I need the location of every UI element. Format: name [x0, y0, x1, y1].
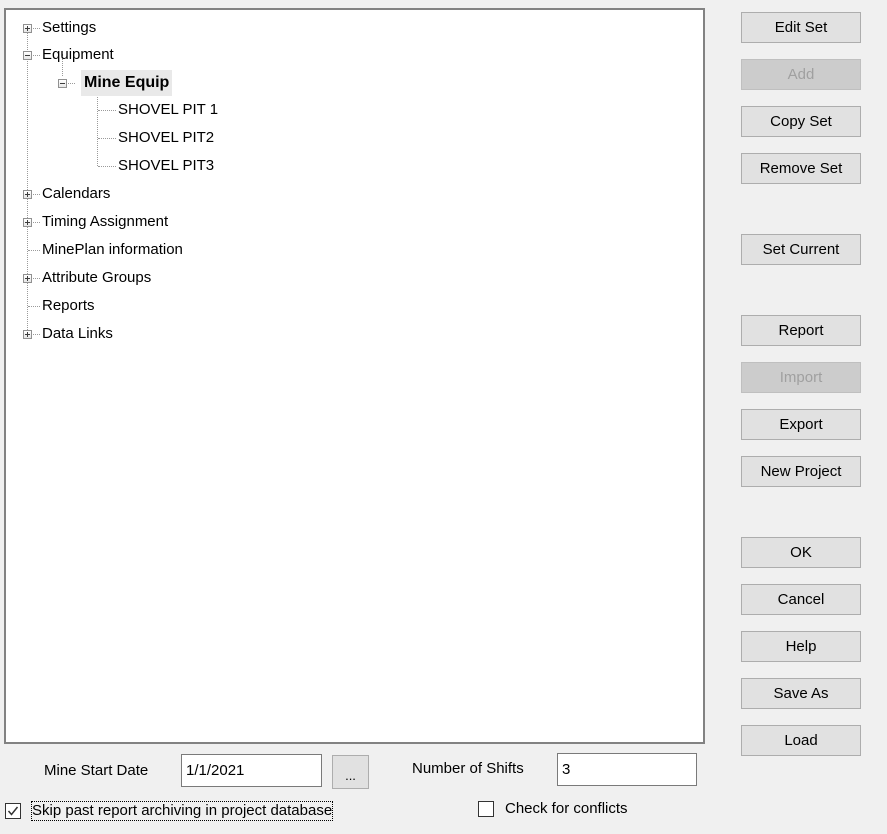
skip-archiving-label[interactable]: Skip past report archiving in project da…: [30, 801, 334, 821]
date-picker-button[interactable]: ...: [332, 755, 369, 789]
copy-set-button[interactable]: Copy Set: [741, 106, 861, 137]
import-button: Import: [741, 362, 861, 393]
tree-item-shovel-pit2[interactable]: SHOVEL PIT2: [6, 125, 696, 151]
mine-start-date-input[interactable]: 1/1/2021: [181, 754, 322, 787]
checkmark-icon: [7, 806, 19, 816]
expand-icon[interactable]: [23, 24, 32, 33]
tree-item-label: Calendars: [42, 185, 111, 202]
expand-icon[interactable]: [23, 274, 32, 283]
tree-line: [98, 110, 116, 111]
tree-item-shovel-pit-1[interactable]: SHOVEL PIT 1: [6, 97, 696, 123]
project-tree[interactable]: Settings Equipment Mine Equip SHOVEL PIT…: [4, 8, 705, 744]
ok-button[interactable]: OK: [741, 537, 861, 568]
expand-icon[interactable]: [23, 330, 32, 339]
load-button[interactable]: Load: [741, 725, 861, 756]
tree-item-mine-equip[interactable]: Mine Equip: [6, 70, 696, 96]
tree-line: [98, 166, 116, 167]
export-button[interactable]: Export: [741, 409, 861, 440]
tree-item-label: Equipment: [42, 46, 114, 63]
tree-line: [68, 83, 75, 84]
tree-item-label: Attribute Groups: [42, 269, 152, 286]
tree-item-reports[interactable]: Reports: [6, 293, 696, 319]
tree-line: [28, 250, 40, 251]
tree-item-shovel-pit3[interactable]: SHOVEL PIT3: [6, 153, 696, 179]
tree-item-mineplan-information[interactable]: MinePlan information: [6, 237, 696, 263]
mine-start-date-label: Mine Start Date: [44, 762, 149, 779]
tree-item-label: Mine Equip: [81, 70, 173, 96]
remove-set-button[interactable]: Remove Set: [741, 153, 861, 184]
edit-set-button[interactable]: Edit Set: [741, 12, 861, 43]
tree-line: [33, 222, 40, 223]
cancel-button[interactable]: Cancel: [741, 584, 861, 615]
tree-item-label: Settings: [42, 19, 97, 36]
expand-icon[interactable]: [23, 218, 32, 227]
tree-item-timing-assignment[interactable]: Timing Assignment: [6, 209, 696, 235]
expand-icon[interactable]: [23, 190, 32, 199]
tree-line: [33, 28, 40, 29]
tree-line: [28, 306, 40, 307]
number-of-shifts-input[interactable]: 3: [557, 753, 697, 786]
collapse-icon[interactable]: [23, 51, 32, 60]
tree-item-label: SHOVEL PIT2: [118, 129, 215, 146]
check-conflicts-label[interactable]: Check for conflicts: [505, 800, 628, 818]
tree-item-label: SHOVEL PIT 1: [118, 101, 219, 118]
tree-item-label: Data Links: [42, 325, 113, 342]
report-button[interactable]: Report: [741, 315, 861, 346]
tree-line: [33, 278, 40, 279]
tree-item-attribute-groups[interactable]: Attribute Groups: [6, 265, 696, 291]
tree-item-data-links[interactable]: Data Links: [6, 321, 696, 347]
tree-item-label: SHOVEL PIT3: [118, 157, 215, 174]
tree-item-label: Reports: [42, 297, 95, 314]
skip-archiving-checkbox[interactable]: [5, 803, 21, 819]
tree-line: [33, 55, 40, 56]
tree-item-label: MinePlan information: [42, 241, 183, 258]
save-as-button[interactable]: Save As: [741, 678, 861, 709]
number-of-shifts-label: Number of Shifts: [412, 760, 524, 777]
tree-item-settings[interactable]: Settings: [6, 15, 696, 41]
new-project-button[interactable]: New Project: [741, 456, 861, 487]
tree-line: [33, 334, 40, 335]
tree-line: [98, 138, 116, 139]
collapse-icon[interactable]: [58, 79, 67, 88]
set-current-button[interactable]: Set Current: [741, 234, 861, 265]
tree-line: [33, 194, 40, 195]
add-button: Add: [741, 59, 861, 90]
check-conflicts-checkbox[interactable]: [478, 801, 494, 817]
tree-item-calendars[interactable]: Calendars: [6, 181, 696, 207]
tree-item-label: Timing Assignment: [42, 213, 169, 230]
tree-item-equipment[interactable]: Equipment: [6, 42, 696, 68]
help-button[interactable]: Help: [741, 631, 861, 662]
